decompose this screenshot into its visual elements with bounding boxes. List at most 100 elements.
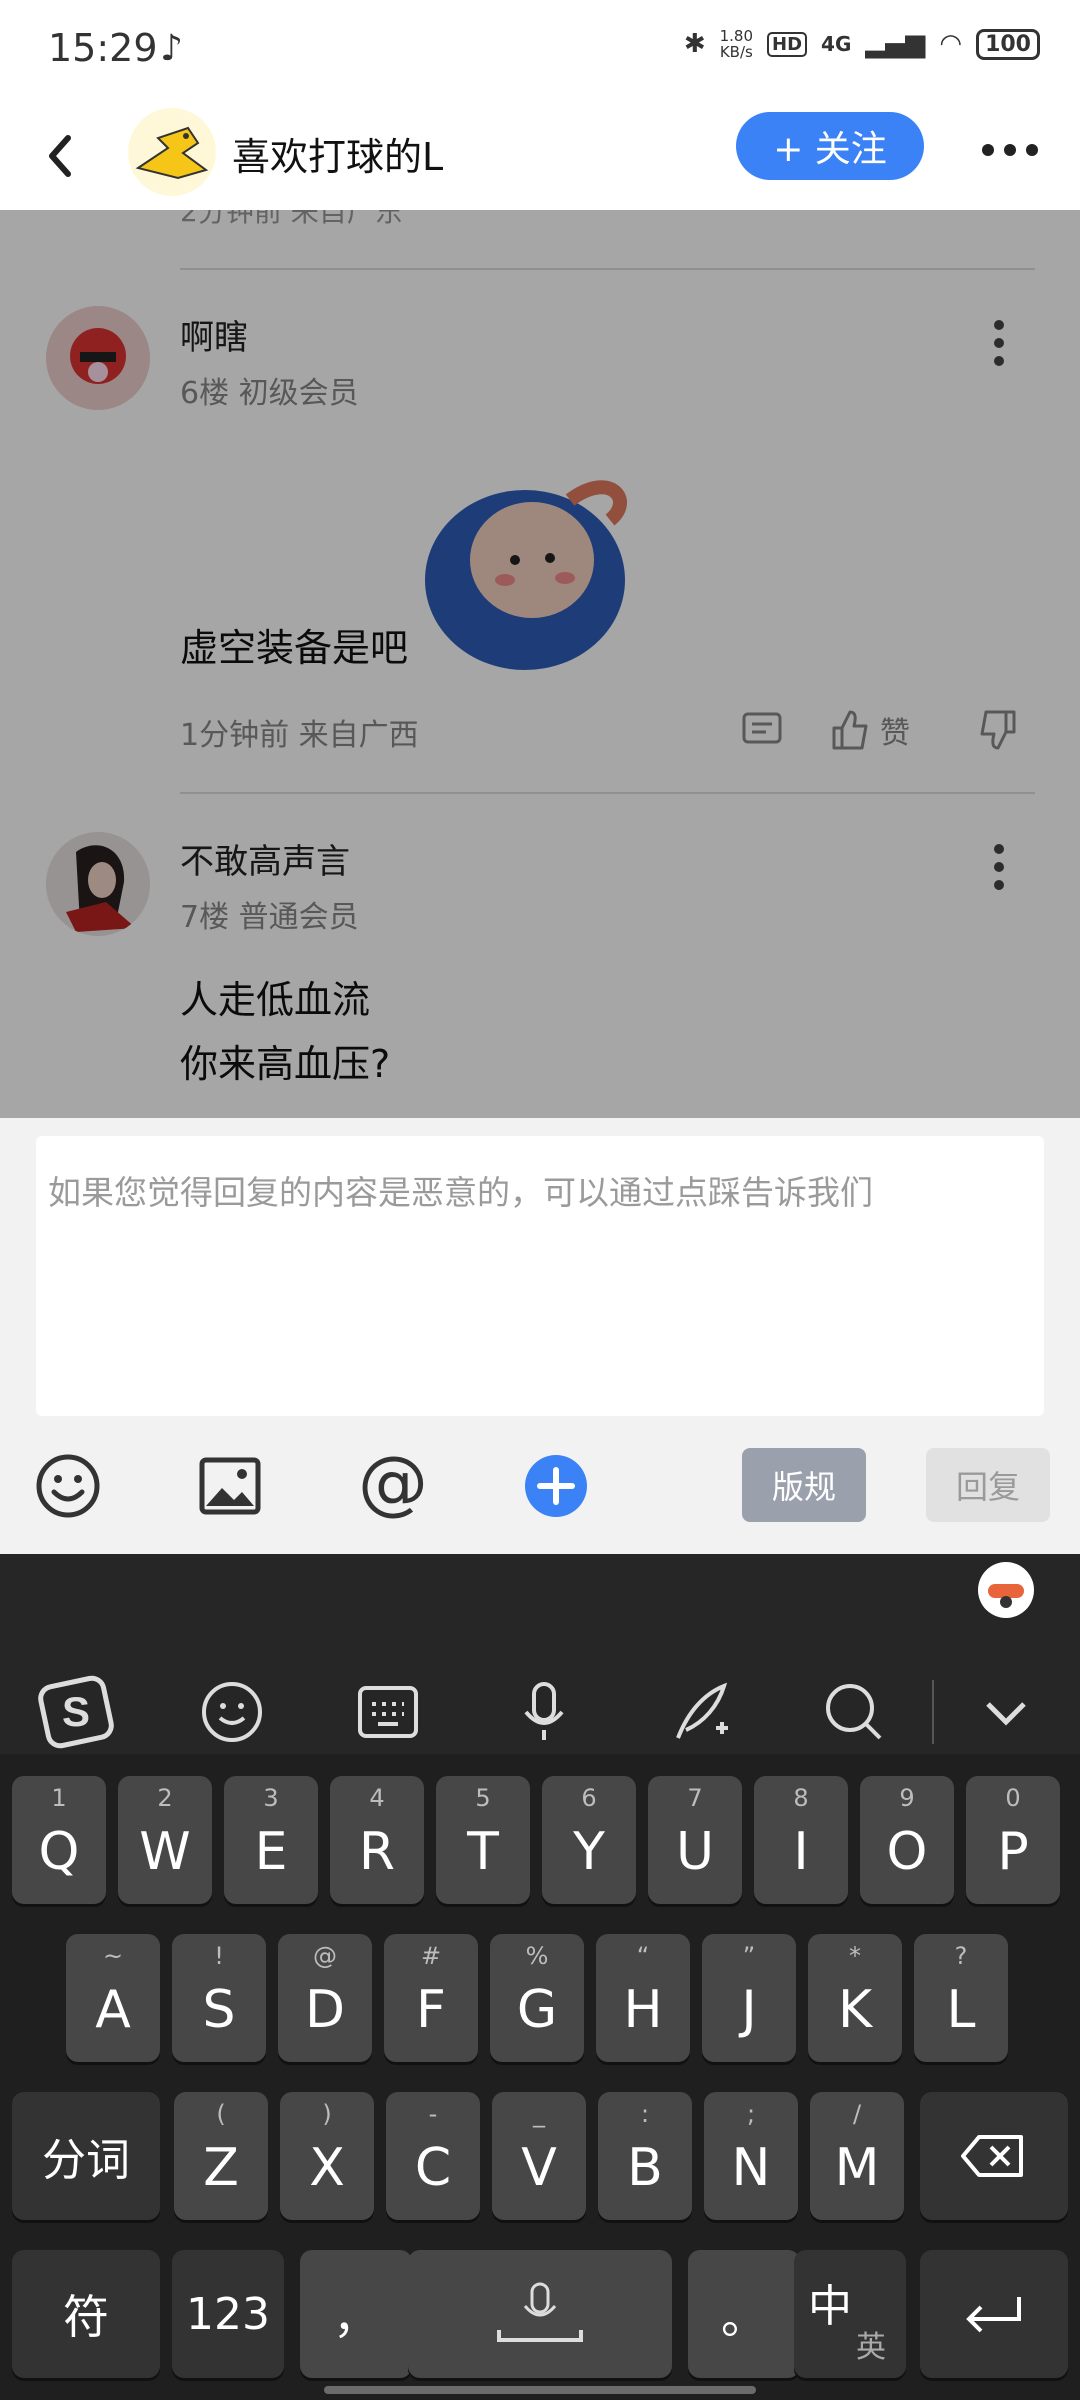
key-hint: 8 [793, 1784, 809, 1812]
key-letter: R [358, 1822, 396, 1882]
follow-button[interactable]: + 关注 [736, 112, 924, 180]
battery-level: 100 [976, 28, 1040, 60]
segment-key[interactable]: 分词 [12, 2092, 160, 2220]
key-q[interactable]: 1Q [12, 1776, 106, 1904]
keyboard-icon [358, 1686, 418, 1738]
more-options-button[interactable] [982, 144, 1038, 156]
key-letter: E [254, 1822, 288, 1882]
key-hint: ; [746, 2100, 756, 2128]
number-key-label: 123 [186, 2288, 270, 2340]
emoji-button[interactable] [34, 1452, 102, 1520]
dot [1004, 144, 1016, 156]
language-switch-key[interactable]: 中 英 [794, 2250, 906, 2378]
key-letter: N [731, 2138, 771, 2198]
dim-overlay[interactable] [0, 210, 1080, 1118]
language-main-label: 中 [808, 2281, 852, 2332]
sogou-logo-button[interactable]: S [36, 1672, 116, 1752]
period-key-label: 。 [721, 2290, 767, 2344]
key-hint: 7 [687, 1784, 703, 1812]
key-r[interactable]: 4R [330, 1776, 424, 1904]
key-g[interactable]: % G [490, 1934, 584, 2062]
key-j[interactable]: ” J [702, 1934, 796, 2062]
mascot-icon[interactable] [978, 1562, 1034, 1618]
key-hint: ~ [102, 1942, 124, 1970]
key-hint: ? [954, 1942, 968, 1970]
emoji-keyboard-button[interactable] [192, 1672, 272, 1752]
net-speed-unit: KB/s [719, 43, 753, 61]
key-v[interactable]: _ V [492, 2092, 586, 2220]
key-p[interactable]: 0P [966, 1776, 1060, 1904]
key-hint: % [525, 1942, 549, 1970]
key-z[interactable]: (Z [174, 2092, 268, 2220]
smiley-icon [36, 1454, 100, 1518]
key-c[interactable]: -C [386, 2092, 480, 2220]
backspace-icon [920, 2092, 1068, 2220]
key-n[interactable]: ; N [704, 2092, 798, 2220]
reply-placeholder: 如果您觉得回复的内容是恶意的，可以通过点踩告诉我们 [48, 1173, 873, 1212]
backspace-key[interactable] [920, 2092, 1068, 2220]
space-key[interactable] [408, 2250, 672, 2378]
number-key[interactable]: 123 [172, 2250, 284, 2378]
key-u[interactable]: 7U [648, 1776, 742, 1904]
key-hint: 0 [1005, 1784, 1021, 1812]
key-letter: O [886, 1822, 928, 1882]
comma-key[interactable]: ， [300, 2250, 412, 2378]
key-s[interactable]: ! S [172, 1934, 266, 2062]
toolbar-divider [932, 1680, 934, 1744]
key-d[interactable]: @ D [278, 1934, 372, 2062]
status-bar: 15:29 ♪ ✱ 1.80 KB/s HD 4G ▂▄▆ ◠ 100 [0, 0, 1080, 100]
mention-button[interactable]: @ [358, 1447, 428, 1517]
key-a[interactable]: ~ A [66, 1934, 160, 2062]
key-x[interactable]: ) X [280, 2092, 374, 2220]
voice-input-button[interactable] [504, 1672, 584, 1752]
key-letter: H [623, 1980, 663, 2040]
search-button[interactable] [814, 1672, 894, 1752]
network-indicator: 4G [821, 32, 852, 56]
key-hint: 6 [581, 1784, 597, 1812]
add-more-button[interactable] [522, 1452, 590, 1520]
sogou-logo-icon: S [38, 1675, 114, 1749]
key-t[interactable]: 5T [436, 1776, 530, 1904]
back-button[interactable] [38, 126, 88, 186]
home-indicator[interactable] [324, 2386, 756, 2394]
key-hint: _ [533, 2100, 545, 2128]
key-f[interactable]: # F [384, 1934, 478, 2062]
keyboard-layout-button[interactable] [348, 1672, 428, 1752]
key-o[interactable]: 9O [860, 1776, 954, 1904]
handwriting-button[interactable] [660, 1672, 740, 1752]
author-avatar[interactable] [128, 108, 216, 196]
key-hint: 2 [157, 1784, 173, 1812]
key-letter: L [946, 1980, 976, 2040]
key-l[interactable]: ? L [914, 1934, 1008, 2062]
key-h[interactable]: “H [596, 1934, 690, 2062]
reply-input[interactable]: 如果您觉得回复的内容是恶意的，可以通过点踩告诉我们 [36, 1136, 1044, 1416]
key-hint: - [428, 2100, 438, 2128]
key-y[interactable]: 6Y [542, 1776, 636, 1904]
key-letter: Q [38, 1822, 80, 1882]
key-hint: 9 [899, 1784, 915, 1812]
symbol-key[interactable]: 符 [12, 2250, 160, 2378]
key-letter: F [416, 1980, 446, 2040]
bluetooth-icon: ✱ [683, 29, 706, 59]
enter-key[interactable] [920, 2250, 1068, 2378]
key-letter: B [627, 2138, 663, 2198]
key-m[interactable]: / M [810, 2092, 904, 2220]
dot [1026, 144, 1038, 156]
key-e[interactable]: 3E [224, 1776, 318, 1904]
key-w[interactable]: 2W [118, 1776, 212, 1904]
period-key[interactable]: 。 [688, 2250, 800, 2378]
key-i[interactable]: 8I [754, 1776, 848, 1904]
search-icon [826, 1684, 882, 1740]
image-button[interactable] [196, 1452, 264, 1520]
collapse-keyboard-button[interactable] [966, 1672, 1046, 1752]
key-hint: ( [216, 2100, 226, 2128]
quill-pen-icon [676, 1682, 728, 1739]
key-hint: ) [322, 2100, 332, 2128]
key-b[interactable]: :B [598, 2092, 692, 2220]
reply-submit-button[interactable]: 回复 [926, 1448, 1050, 1522]
status-time: 15:29 [48, 26, 158, 70]
key-k[interactable]: * K [808, 1934, 902, 2062]
at-icon: @ [358, 1441, 428, 1523]
key-hint: 5 [475, 1784, 491, 1812]
rules-button[interactable]: 版规 [742, 1448, 866, 1522]
